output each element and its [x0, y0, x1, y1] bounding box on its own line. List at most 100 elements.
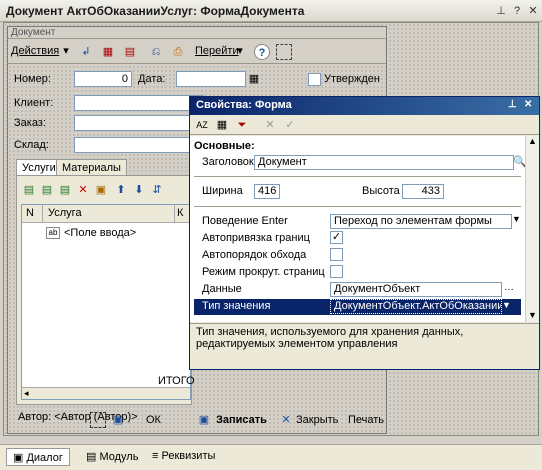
print-icon[interactable]: ⎙	[170, 44, 186, 60]
chevron-down-icon[interactable]: ▼	[502, 300, 511, 310]
approved-label: Утвержден	[324, 73, 380, 85]
print-button[interactable]: Печать	[344, 412, 388, 428]
warehouse-label: Склад:	[14, 139, 49, 151]
calendar-icon[interactable]: ▦	[100, 44, 116, 60]
grid-toolbar: ▤ ▤ ▤ ✕ ▣ ⬆ ⬇ ⇵	[21, 182, 189, 200]
vertical-scrollbar[interactable]: ▲ ▼	[525, 136, 539, 322]
total-label: ИТОГО	[158, 375, 195, 387]
tab-materials[interactable]: Материалы	[56, 159, 127, 175]
number-field[interactable]: 0	[74, 71, 132, 87]
date-field[interactable]	[176, 71, 246, 87]
properties-toolbar: AZ ▦ ⏷ ✕ ✓	[190, 115, 539, 135]
save-icon[interactable]: ▣	[196, 412, 212, 428]
frame-icon[interactable]	[276, 44, 292, 60]
check-icon[interactable]: ✓	[282, 117, 298, 133]
chevron-down-icon[interactable]: ▾	[232, 43, 248, 59]
order-field[interactable]	[74, 115, 204, 131]
structure-icon[interactable]: ⎌	[148, 44, 164, 60]
ellipsis-icon[interactable]: …	[504, 282, 514, 293]
delete-row-icon[interactable]: ✕	[75, 182, 91, 198]
enter-select[interactable]: Переход по элементам формы	[330, 214, 512, 229]
add-row-icon[interactable]: ▤	[21, 182, 37, 198]
height-field[interactable]: 433	[402, 184, 444, 199]
help-icon[interactable]: ?	[510, 4, 524, 18]
header-label: Заголовок	[202, 156, 254, 168]
close-icon[interactable]: ✕	[524, 99, 532, 110]
ok-button[interactable]: ОК	[142, 412, 165, 428]
tab-dialog[interactable]: ▣ Диалог	[6, 448, 70, 466]
separator	[194, 176, 521, 177]
scroll-up-icon[interactable]: ▲	[528, 136, 537, 146]
help-icon[interactable]: ?	[254, 44, 270, 60]
column-divider	[174, 205, 175, 223]
pin-icon[interactable]: ⊥	[508, 99, 517, 110]
edit-row-icon[interactable]: ▤	[57, 182, 73, 198]
grid-row-field[interactable]: <Поле ввода>	[64, 227, 136, 239]
filter-icon[interactable]: ⏷	[234, 117, 250, 133]
grid-header: N Услуга К	[22, 205, 190, 223]
horizontal-scrollbar[interactable]: ◂	[22, 387, 190, 399]
close-button[interactable]: Закрыть	[292, 412, 342, 428]
client-field[interactable]	[74, 95, 204, 111]
tab-attributes[interactable]: ≡ Реквизиты	[146, 448, 221, 466]
move-up-icon[interactable]: ⬆	[113, 182, 129, 198]
calendar-icon[interactable]: ▦	[246, 71, 262, 87]
services-grid[interactable]: N Услуга К ab <Поле ввода> ИТОГО ◂	[21, 204, 195, 400]
bottom-tab-strip: ▣ Диалог ▤ Модуль ≡ Реквизиты	[0, 444, 542, 470]
tab-services[interactable]: Услуги	[16, 159, 62, 175]
save-button[interactable]: Записать	[212, 412, 271, 428]
section-basic[interactable]: Основные:	[194, 140, 255, 152]
autoorder-checkbox[interactable]	[330, 248, 343, 261]
categories-icon[interactable]: ▦	[214, 117, 230, 133]
pin-icon[interactable]: ⊥	[494, 4, 508, 18]
scrollmode-checkbox[interactable]	[330, 265, 343, 278]
properties-title: Свойства: Форма	[196, 99, 292, 111]
separator	[194, 206, 521, 207]
client-label: Клиент:	[14, 97, 54, 109]
form-toolbar: Действия ▾ ↲ ▦ ▤ ⎌ ⎙ Перейти ▾ ?	[8, 40, 386, 64]
chevron-down-icon[interactable]: ▾	[58, 43, 74, 59]
close-icon[interactable]: ✕	[526, 4, 540, 18]
type-row-selected[interactable]: Тип значения ДокументОбъект.АктОбОказани…	[194, 299, 521, 315]
scrollmode-label: Режим прокрут. страниц	[202, 266, 325, 278]
enter-icon[interactable]: ↲	[78, 44, 94, 60]
tab-attributes-label: Реквизиты	[161, 450, 216, 462]
scroll-down-icon[interactable]: ▼	[528, 310, 537, 320]
save-icon[interactable]: ▣	[110, 412, 126, 428]
move-down-icon[interactable]: ⬇	[131, 182, 147, 198]
tab-module-label: Модуль	[99, 451, 139, 463]
height-label: Высота	[362, 185, 400, 197]
autoframe-checkbox[interactable]: ✓	[330, 231, 343, 244]
delete-icon[interactable]: ✕	[262, 117, 278, 133]
window-titlebar: Документ АктОбОказанииУслуг: ФормаДокуме…	[0, 0, 542, 22]
warehouse-field[interactable]	[74, 137, 204, 153]
doc-red-icon[interactable]: ▤	[122, 44, 138, 60]
column-n[interactable]: N	[26, 207, 34, 219]
approved-checkbox[interactable]	[308, 73, 321, 86]
autoorder-label: Автопорядок обхода	[202, 249, 307, 261]
data-field[interactable]: ДокументОбъект	[330, 282, 502, 297]
properties-titlebar[interactable]: Свойства: Форма ⊥ ✕	[190, 97, 539, 115]
data-label: Данные	[202, 283, 242, 295]
frame-icon[interactable]	[90, 412, 106, 428]
properties-list: Основные: Заголовок Документ 🔍 Ширина 41…	[190, 136, 527, 322]
tab-module[interactable]: ▤ Модуль	[80, 448, 144, 466]
column-service[interactable]: Услуга	[48, 207, 82, 219]
save-icon[interactable]: ▣	[93, 182, 109, 198]
width-label: Ширина	[202, 185, 243, 197]
input-field-icon: ab	[46, 227, 60, 239]
column-k[interactable]: К	[177, 207, 183, 219]
column-divider	[42, 205, 43, 223]
module-icon: ▤	[86, 451, 100, 463]
header-field[interactable]: Документ	[254, 155, 514, 170]
type-field[interactable]: ДокументОбъект.АктОбОказании	[330, 299, 502, 314]
scroll-left-icon[interactable]: ◂	[24, 388, 29, 399]
autoframe-label: Автопривязка границ	[202, 232, 310, 244]
sort-az-icon[interactable]: AZ	[194, 117, 210, 133]
chevron-down-icon[interactable]: ▼	[512, 214, 521, 224]
actions-menu[interactable]: Действия	[11, 45, 59, 57]
copy-row-icon[interactable]: ▤	[39, 182, 55, 198]
sort-icon[interactable]: ⇵	[149, 182, 165, 198]
enter-label: Поведение Enter	[202, 215, 288, 227]
width-field[interactable]: 416	[254, 184, 280, 199]
